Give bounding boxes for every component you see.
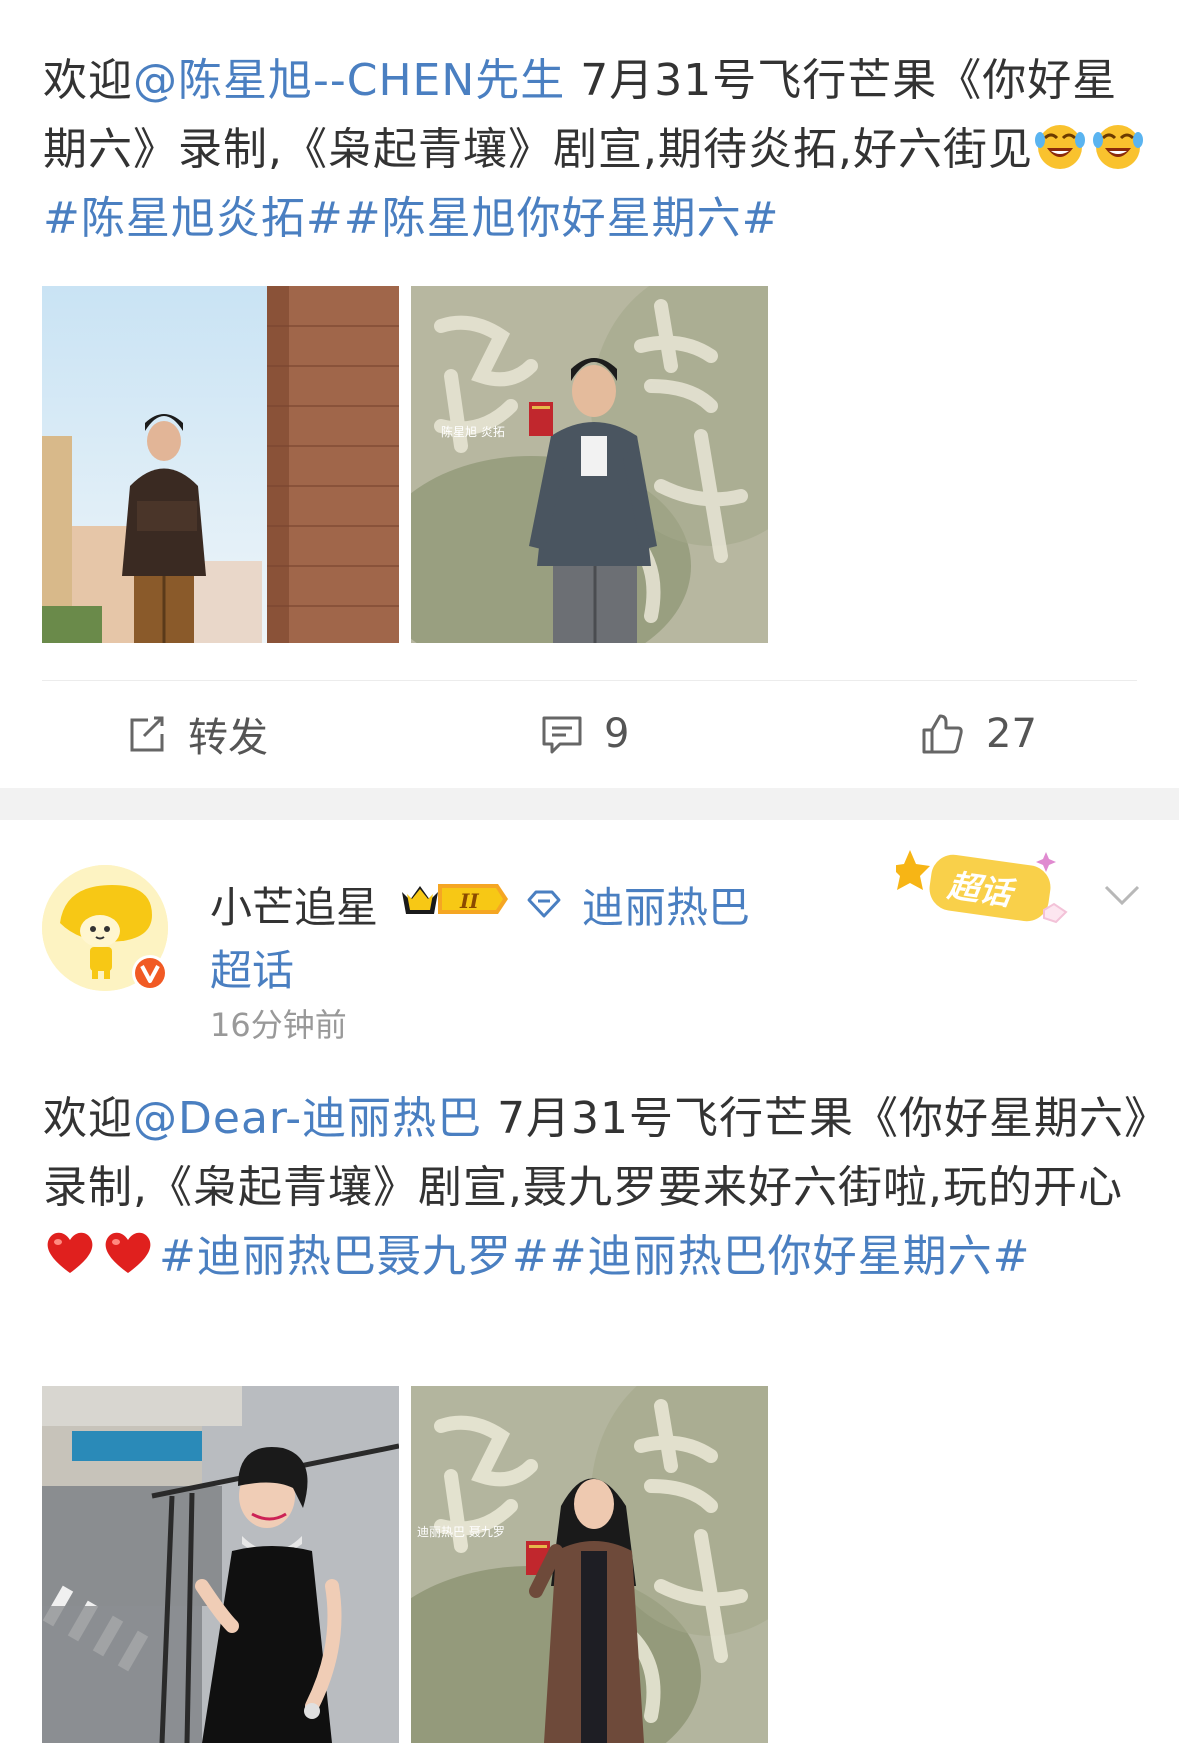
post-text-prefix: 欢迎 <box>43 55 133 106</box>
post-text: 欢迎@Dear-迪丽热巴 7月31号飞行芒果《你好星期六》录制,《枭起青壤》剧宣… <box>43 1084 1149 1291</box>
post-photo-2[interactable]: 迪丽热巴 聂九罗 <box>411 1386 768 1743</box>
post-photo-1[interactable] <box>42 286 399 643</box>
like-count: 27 <box>986 711 1037 757</box>
photo-caption: 迪丽热巴 聂九罗 <box>417 1525 505 1539</box>
comment-count: 9 <box>604 711 630 757</box>
supertopic-suffix[interactable]: 超话 <box>210 937 294 998</box>
supertopic-name: 迪丽热巴 <box>582 883 751 932</box>
post-card-1: 欢迎@陈星旭--CHEN先生 7月31号飞行芒果《你好星期六》录制,《枭起青壤》… <box>0 0 1179 788</box>
hashtag-links[interactable]: #迪丽热巴聂九罗##迪丽热巴你好星期六# <box>159 1231 1030 1282</box>
hashtag-links[interactable]: #陈星旭炎拓##陈星旭你好星期六# <box>43 193 779 244</box>
post-photo-1[interactable] <box>42 1386 399 1743</box>
vip-crown-badge-icon: II <box>402 884 508 914</box>
thumbs-up-icon <box>922 714 963 754</box>
laughing-tears-emoji-icon <box>1092 125 1143 169</box>
supertopic-badge-icon: 超话 <box>896 850 1068 924</box>
red-heart-emoji-icon <box>105 1232 151 1273</box>
woman-balcony-photo-icon <box>42 1386 399 1743</box>
post-text: 欢迎@陈星旭--CHEN先生 7月31号飞行芒果《你好星期六》录制,《枭起青壤》… <box>43 46 1149 253</box>
repost-button[interactable]: 转发 <box>124 706 268 762</box>
repost-label: 转发 <box>188 715 268 761</box>
comment-button[interactable]: 9 <box>540 706 629 762</box>
like-button[interactable]: 27 <box>918 706 1037 762</box>
avatar[interactable] <box>42 865 168 991</box>
post-text-prefix: 欢迎 <box>43 1093 133 1144</box>
supertopic-link[interactable]: 迪丽热巴 <box>526 874 750 935</box>
post-photo-2[interactable]: 陈星旭 炎拓 <box>411 286 768 643</box>
woman-poster-red-book-photo-icon: 迪丽热巴 聂九罗 <box>411 1386 768 1743</box>
man-city-street-photo-icon <box>42 286 399 643</box>
vip-level: II <box>459 889 479 913</box>
post-time: 16分钟前 <box>210 1006 347 1044</box>
diamond-icon <box>527 890 561 917</box>
mention-link[interactable]: @陈星旭--CHEN先生 <box>133 55 565 106</box>
divider <box>42 680 1137 681</box>
post-separator <box>0 788 1179 820</box>
laughing-tears-emoji-icon <box>1034 125 1085 169</box>
comment-icon <box>542 716 582 754</box>
chevron-down-icon[interactable] <box>1102 882 1142 908</box>
mention-link[interactable]: @Dear-迪丽热巴 <box>133 1093 482 1144</box>
username[interactable]: 小芒追星 <box>210 874 378 935</box>
man-poster-red-book-photo-icon: 陈星旭 炎拓 <box>411 286 768 643</box>
photo-caption: 陈星旭 炎拓 <box>441 424 505 439</box>
verified-badge-icon <box>132 955 168 991</box>
red-heart-emoji-icon <box>47 1232 93 1273</box>
share-icon <box>130 716 164 752</box>
post-card-2: 小芒追星 II 迪丽热巴 超话 16分钟前 超话 欢迎@Dear-迪丽热巴 7月… <box>0 820 1179 1761</box>
